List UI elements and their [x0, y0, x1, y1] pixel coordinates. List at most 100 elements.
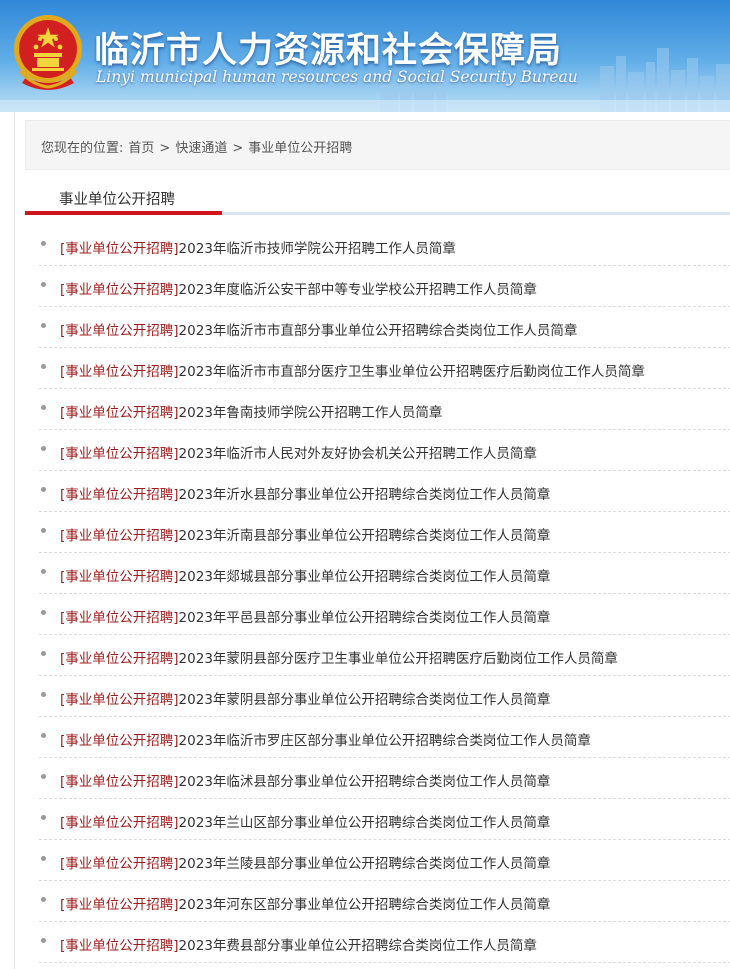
news-link[interactable]: [事业单位公开招聘]2023年费县部分事业单位公开招聘综合类岗位工作人员简章	[60, 934, 537, 954]
news-category[interactable]: [事业单位公开招聘]	[60, 733, 179, 749]
breadcrumb-item-current[interactable]: 事业单位公开招聘	[248, 141, 352, 156]
section-tab-title[interactable]: 事业单位公开招聘	[59, 188, 175, 209]
news-category[interactable]: [事业单位公开招聘]	[60, 938, 179, 954]
list-item: [事业单位公开招聘]2023年鲁南技师学院公开招聘工作人员简章	[39, 389, 730, 430]
list-item: [事业单位公开招聘]2023年兰山区部分事业单位公开招聘综合类岗位工作人员简章	[39, 799, 730, 840]
news-category[interactable]: [事业单位公开招聘]	[60, 815, 179, 831]
bullet-dot-icon	[41, 364, 46, 369]
list-item: [事业单位公开招聘]2023年蒙阴县部分事业单位公开招聘综合类岗位工作人员简章	[39, 676, 730, 717]
news-category[interactable]: [事业单位公开招聘]	[60, 528, 179, 544]
news-link[interactable]: [事业单位公开招聘]2023年蒙阴县部分医疗卫生事业单位公开招聘医疗后勤岗位工作…	[60, 647, 618, 667]
news-link[interactable]: [事业单位公开招聘]2023年临沂市人民对外友好协会机关公开招聘工作人员简章	[60, 442, 537, 462]
breadcrumb-item-quick-channel[interactable]: 快速通道	[175, 141, 227, 156]
news-title[interactable]: 2023年郯城县部分事业单位公开招聘综合类岗位工作人员简章	[179, 569, 551, 585]
news-category[interactable]: [事业单位公开招聘]	[60, 282, 179, 298]
breadcrumb-separator: >	[159, 141, 171, 156]
news-title[interactable]: 2023年临沂市市直部分医疗卫生事业单位公开招聘医疗后勤岗位工作人员简章	[179, 364, 645, 380]
bullet-dot-icon	[41, 692, 46, 697]
news-link[interactable]: [事业单位公开招聘]2023年沂南县部分事业单位公开招聘综合类岗位工作人员简章	[60, 524, 550, 544]
list-item: [事业单位公开招聘]2023年临沂市市直部分医疗卫生事业单位公开招聘医疗后勤岗位…	[39, 348, 730, 389]
news-link[interactable]: [事业单位公开招聘]2023年鲁南技师学院公开招聘工作人员简章	[60, 401, 442, 421]
bullet-dot-icon	[41, 323, 46, 328]
news-link[interactable]: [事业单位公开招聘]2023年兰陵县部分事业单位公开招聘综合类岗位工作人员简章	[60, 852, 550, 872]
bullet-dot-icon	[41, 241, 46, 246]
news-category[interactable]: [事业单位公开招聘]	[60, 897, 179, 913]
national-emblem-icon	[14, 15, 82, 90]
news-category[interactable]: [事业单位公开招聘]	[60, 774, 179, 790]
bullet-dot-icon	[41, 569, 46, 574]
bullet-dot-icon	[41, 528, 46, 533]
list-item: [事业单位公开招聘]2023年临沂市技师学院公开招聘工作人员简章	[39, 225, 730, 266]
news-list: [事业单位公开招聘]2023年临沂市技师学院公开招聘工作人员简章 [事业单位公开招…	[39, 225, 730, 963]
news-category[interactable]: [事业单位公开招聘]	[60, 446, 179, 462]
news-title[interactable]: 2023年临沂市市直部分事业单位公开招聘综合类岗位工作人员简章	[179, 323, 578, 339]
news-link[interactable]: [事业单位公开招聘]2023年郯城县部分事业单位公开招聘综合类岗位工作人员简章	[60, 565, 550, 585]
list-item: [事业单位公开招聘]2023年度临沂公安干部中等专业学校公开招聘工作人员简章	[39, 266, 730, 307]
news-category[interactable]: [事业单位公开招聘]	[60, 856, 179, 872]
list-item: [事业单位公开招聘]2023年沂南县部分事业单位公开招聘综合类岗位工作人员简章	[39, 512, 730, 553]
news-link[interactable]: [事业单位公开招聘]2023年临沂市市直部分医疗卫生事业单位公开招聘医疗后勤岗位…	[60, 360, 645, 380]
news-title[interactable]: 2023年兰陵县部分事业单位公开招聘综合类岗位工作人员简章	[179, 856, 551, 872]
news-title[interactable]: 2023年蒙阴县部分事业单位公开招聘综合类岗位工作人员简章	[179, 692, 551, 708]
breadcrumb-bar: 您现在的位置: 首页 > 快速通道 > 事业单位公开招聘	[25, 120, 730, 170]
news-link[interactable]: [事业单位公开招聘]2023年度临沂公安干部中等专业学校公开招聘工作人员简章	[60, 278, 537, 298]
news-link[interactable]: [事业单位公开招聘]2023年平邑县部分事业单位公开招聘综合类岗位工作人员简章	[60, 606, 550, 626]
list-item: [事业单位公开招聘]2023年临沭县部分事业单位公开招聘综合类岗位工作人员简章	[39, 758, 730, 799]
list-item: [事业单位公开招聘]2023年郯城县部分事业单位公开招聘综合类岗位工作人员简章	[39, 553, 730, 594]
bullet-dot-icon	[41, 774, 46, 779]
news-category[interactable]: [事业单位公开招聘]	[60, 569, 179, 585]
breadcrumb: 您现在的位置: 首页 > 快速通道 > 事业单位公开招聘	[41, 137, 357, 156]
news-link[interactable]: [事业单位公开招聘]2023年临沂市罗庄区部分事业单位公开招聘综合类岗位工作人员…	[60, 729, 591, 749]
list-item: [事业单位公开招聘]2023年河东区部分事业单位公开招聘综合类岗位工作人员简章	[39, 881, 730, 922]
news-title[interactable]: 2023年沂南县部分事业单位公开招聘综合类岗位工作人员简章	[179, 528, 551, 544]
list-item: [事业单位公开招聘]2023年沂水县部分事业单位公开招聘综合类岗位工作人员简章	[39, 471, 730, 512]
list-item: [事业单位公开招聘]2023年临沂市市直部分事业单位公开招聘综合类岗位工作人员简…	[39, 307, 730, 348]
news-link[interactable]: [事业单位公开招聘]2023年河东区部分事业单位公开招聘综合类岗位工作人员简章	[60, 893, 550, 913]
news-title[interactable]: 2023年临沂市罗庄区部分事业单位公开招聘综合类岗位工作人员简章	[179, 733, 591, 749]
news-link[interactable]: [事业单位公开招聘]2023年临沂市技师学院公开招聘工作人员简章	[60, 237, 456, 257]
news-link[interactable]: [事业单位公开招聘]2023年沂水县部分事业单位公开招聘综合类岗位工作人员简章	[60, 483, 550, 503]
news-link[interactable]: [事业单位公开招聘]2023年兰山区部分事业单位公开招聘综合类岗位工作人员简章	[60, 811, 550, 831]
news-category[interactable]: [事业单位公开招聘]	[60, 323, 179, 339]
bullet-dot-icon	[41, 651, 46, 656]
news-title[interactable]: 2023年兰山区部分事业单位公开招聘综合类岗位工作人员简章	[179, 815, 551, 831]
list-item: [事业单位公开招聘]2023年平邑县部分事业单位公开招聘综合类岗位工作人员简章	[39, 594, 730, 635]
news-category[interactable]: [事业单位公开招聘]	[60, 487, 179, 503]
breadcrumb-item-home[interactable]: 首页	[128, 141, 154, 156]
bullet-dot-icon	[41, 610, 46, 615]
bullet-dot-icon	[41, 938, 46, 943]
news-title[interactable]: 2023年费县部分事业单位公开招聘综合类岗位工作人员简章	[179, 938, 537, 954]
news-title[interactable]: 2023年鲁南技师学院公开招聘工作人员简章	[179, 405, 443, 421]
site-header: 临沂市人力资源和社会保障局 Linyi municipal human reso…	[0, 0, 730, 112]
news-category[interactable]: [事业单位公开招聘]	[60, 241, 179, 257]
news-category[interactable]: [事业单位公开招聘]	[60, 364, 179, 380]
news-category[interactable]: [事业单位公开招聘]	[60, 405, 179, 421]
news-category[interactable]: [事业单位公开招聘]	[60, 692, 179, 708]
news-title[interactable]: 2023年临沂市人民对外友好协会机关公开招聘工作人员简章	[179, 446, 537, 462]
list-item: [事业单位公开招聘]2023年临沂市人民对外友好协会机关公开招聘工作人员简章	[39, 430, 730, 471]
news-title[interactable]: 2023年临沭县部分事业单位公开招聘综合类岗位工作人员简章	[179, 774, 551, 790]
news-category[interactable]: [事业单位公开招聘]	[60, 651, 179, 667]
news-title[interactable]: 2023年平邑县部分事业单位公开招聘综合类岗位工作人员简章	[179, 610, 551, 626]
news-link[interactable]: [事业单位公开招聘]2023年临沭县部分事业单位公开招聘综合类岗位工作人员简章	[60, 770, 550, 790]
bullet-dot-icon	[41, 733, 46, 738]
breadcrumb-separator: >	[232, 141, 244, 156]
news-title[interactable]: 2023年河东区部分事业单位公开招聘综合类岗位工作人员简章	[179, 897, 551, 913]
news-title[interactable]: 2023年沂水县部分事业单位公开招聘综合类岗位工作人员简章	[179, 487, 551, 503]
bullet-dot-icon	[41, 282, 46, 287]
bullet-dot-icon	[41, 815, 46, 820]
news-title[interactable]: 2023年临沂市技师学院公开招聘工作人员简章	[179, 241, 456, 257]
breadcrumb-prefix: 您现在的位置:	[41, 141, 124, 156]
bullet-dot-icon	[41, 446, 46, 451]
news-link[interactable]: [事业单位公开招聘]2023年临沂市市直部分事业单位公开招聘综合类岗位工作人员简…	[60, 319, 577, 339]
list-item: [事业单位公开招聘]2023年蒙阴县部分医疗卫生事业单位公开招聘医疗后勤岗位工作…	[39, 635, 730, 676]
bullet-dot-icon	[41, 487, 46, 492]
news-category[interactable]: [事业单位公开招聘]	[60, 610, 179, 626]
bullet-dot-icon	[41, 856, 46, 861]
news-title[interactable]: 2023年蒙阴县部分医疗卫生事业单位公开招聘医疗后勤岗位工作人员简章	[179, 651, 618, 667]
news-link[interactable]: [事业单位公开招聘]2023年蒙阴县部分事业单位公开招聘综合类岗位工作人员简章	[60, 688, 550, 708]
site-subtitle: Linyi municipal human resources and Soci…	[96, 68, 578, 86]
list-item: [事业单位公开招聘]2023年兰陵县部分事业单位公开招聘综合类岗位工作人员简章	[39, 840, 730, 881]
news-title[interactable]: 2023年度临沂公安干部中等专业学校公开招聘工作人员简章	[179, 282, 537, 298]
bullet-dot-icon	[41, 405, 46, 410]
